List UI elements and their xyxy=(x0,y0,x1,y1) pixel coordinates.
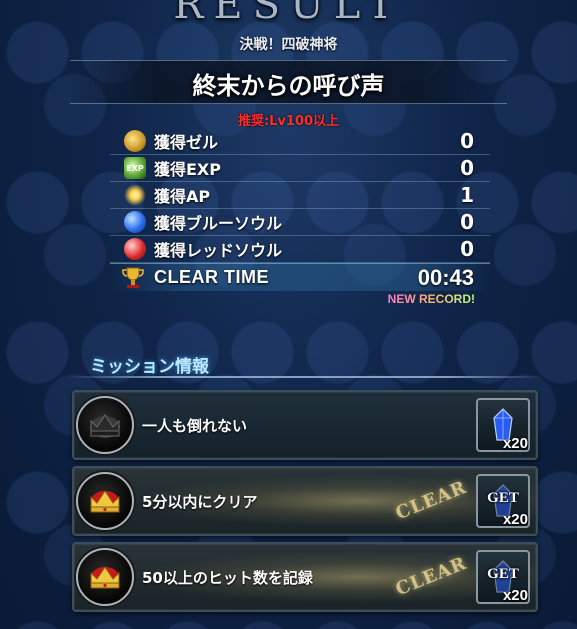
battle-subtitle: 決戦！四破神将 xyxy=(239,37,338,53)
mission-item: 5分以内にクリア CLEAR GET x20 xyxy=(72,466,538,536)
reward-label: 獲得AP xyxy=(154,187,211,206)
reward-value: 1 xyxy=(460,183,474,207)
gold-crown-icon xyxy=(76,548,134,606)
clear-time-row: CLEAR TIME 00:43 xyxy=(110,263,490,291)
mission-description: 一人も倒れない xyxy=(142,416,248,435)
reward-get-label: GET xyxy=(487,490,519,506)
gold-crown-icon xyxy=(76,472,134,530)
quest-title: 終末からの呼び声 xyxy=(192,72,385,100)
reward-value: 0 xyxy=(460,210,474,234)
reward-row-exp: EXP 獲得EXP 0 xyxy=(110,155,490,182)
trophy-icon xyxy=(120,265,146,291)
ap-star-icon xyxy=(124,184,146,206)
reward-quantity: x20 xyxy=(502,587,528,604)
mission-section-title: ミッション情報 xyxy=(90,357,209,377)
reward-row-blue-soul: 獲得ブルーソウル 0 xyxy=(110,209,490,236)
red-soul-icon xyxy=(124,238,146,260)
reward-row-red-soul: 獲得レッドソウル 0 xyxy=(110,236,490,263)
clear-stamp: CLEAR xyxy=(392,476,470,525)
clear-time-value: 00:43 xyxy=(417,264,474,290)
recommended-level: 推奨:Lv100以上 xyxy=(237,114,340,129)
mission-item: 50以上のヒット数を記録 CLEAR GET x20 xyxy=(72,542,538,612)
black-crown-icon xyxy=(76,396,134,454)
mission-description: 50以上のヒット数を記録 xyxy=(142,568,313,587)
mission-divider xyxy=(66,376,543,378)
reward-row-gil: 獲得ゼル 0 xyxy=(110,128,490,155)
reward-value: 0 xyxy=(460,129,474,153)
mission-reward: GET x20 xyxy=(476,474,530,528)
reward-label: 獲得ゼル xyxy=(154,133,219,152)
reward-label: 獲得EXP xyxy=(154,160,221,179)
exp-icon: EXP xyxy=(124,157,146,179)
mission-reward: x20 xyxy=(476,398,530,452)
reward-value: 0 xyxy=(460,156,474,180)
reward-label: 獲得ブルーソウル xyxy=(154,214,283,233)
new-record-badge: NEW RECORD! xyxy=(387,292,475,306)
mission-reward: GET x20 xyxy=(476,550,530,604)
result-banner: RESULT xyxy=(173,0,404,28)
reward-row-ap: 獲得AP 1 xyxy=(110,182,490,209)
blue-soul-icon xyxy=(124,211,146,233)
reward-quantity: x20 xyxy=(502,511,528,528)
reward-list: 獲得ゼル 0 EXP 獲得EXP 0 獲得AP 1 獲得ブルーソウル 0 獲得レ… xyxy=(110,128,490,291)
reward-label: 獲得レッドソウル xyxy=(154,241,283,260)
reward-quantity: x20 xyxy=(502,435,528,452)
clear-stamp: CLEAR xyxy=(392,552,470,601)
clear-time-label: CLEAR TIME xyxy=(154,267,269,287)
mission-description: 5分以内にクリア xyxy=(142,492,258,511)
reward-value: 0 xyxy=(460,237,474,261)
gil-coin-icon xyxy=(124,130,146,152)
mission-item: 一人も倒れない x20 xyxy=(72,390,538,460)
reward-get-label: GET xyxy=(487,566,519,582)
